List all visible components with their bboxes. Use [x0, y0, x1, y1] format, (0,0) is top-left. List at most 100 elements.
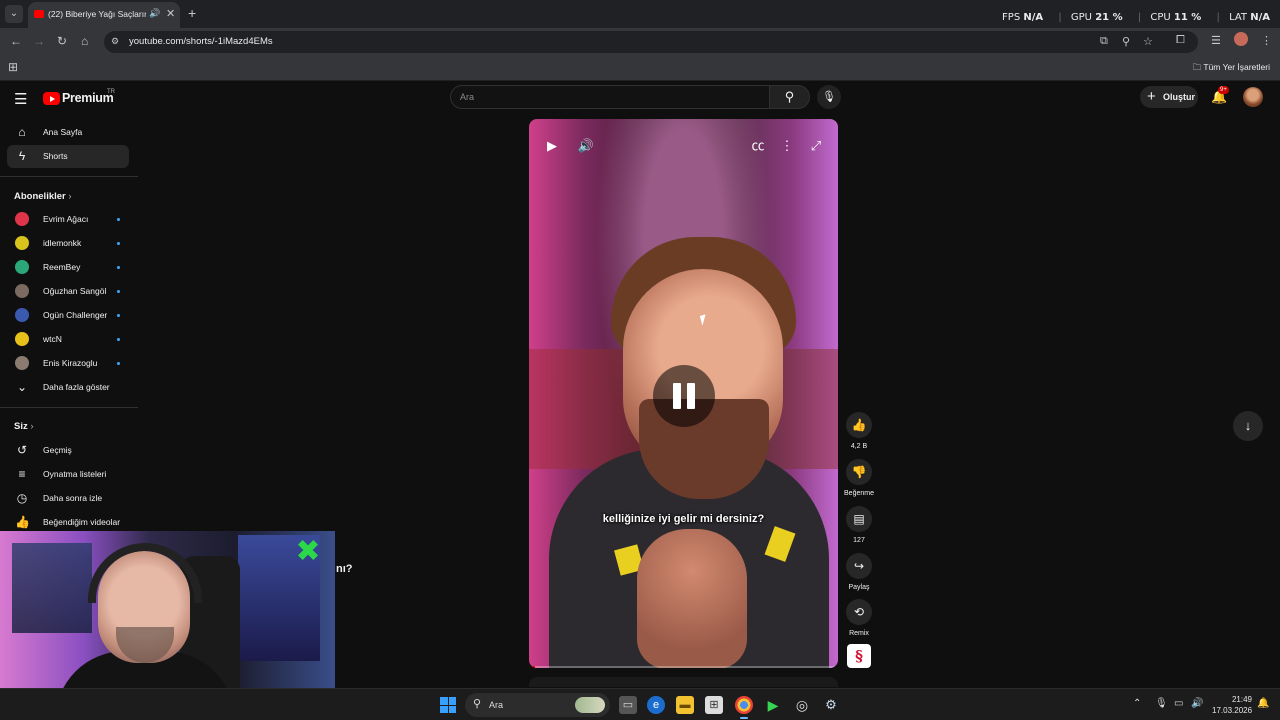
task-view-icon[interactable]: ▭ — [619, 696, 637, 714]
address-bar[interactable]: ⚙ youtube.com/shorts/-1iMazd4EMs ⧉ ⚲ ☆ — [104, 31, 1198, 53]
share-label: Paylaş — [848, 584, 870, 591]
comment-icon[interactable]: ▤ — [846, 506, 872, 532]
channel-avatar — [15, 332, 29, 346]
sidebar-sub-5[interactable]: wtcN — [7, 328, 129, 351]
sidebar-item-history[interactable]: ↺ Geçmiş — [7, 439, 129, 462]
sidebar-sub-3[interactable]: Oğuzhan Sangöl — [7, 280, 129, 303]
sidebar-sub-1[interactable]: idlemonkk — [7, 232, 129, 255]
play-icon[interactable]: ▶ — [539, 133, 565, 159]
search-highlight-image — [575, 697, 605, 713]
gpu-label: GPU — [1070, 12, 1092, 23]
site-info-icon[interactable]: ⚙ — [111, 36, 119, 47]
menu-icon[interactable]: ☰ — [14, 90, 27, 108]
browser-menu-icon[interactable]: ⋮ — [1261, 34, 1272, 47]
reading-list-icon[interactable]: ☰ — [1211, 34, 1221, 47]
fullscreen-icon[interactable]: ⤢ — [803, 133, 829, 159]
shorts-player[interactable]: ▶ 🔊 ㏄ ⋮ ⤢ kelliğinize iyi gelir mi dersi… — [529, 119, 838, 668]
sidebar-item-label: Geçmiş — [43, 445, 72, 455]
comments-action[interactable]: ▤ 127 — [845, 506, 873, 544]
windows-start-icon[interactable] — [440, 697, 456, 713]
subscriptions-heading[interactable]: Abonelikler › — [14, 191, 72, 202]
you-heading[interactable]: Siz › — [14, 421, 34, 432]
search-icon: ⚲ — [784, 89, 795, 104]
remix-action[interactable]: ⟲ Remix — [845, 599, 873, 637]
dislike-action[interactable]: 👎 Beğenme — [844, 459, 874, 497]
tab-close-icon[interactable]: ✕ — [166, 7, 175, 20]
thumbs-down-icon[interactable]: 👎 — [846, 459, 872, 485]
sidebar-divider — [0, 407, 138, 408]
file-explorer-icon[interactable]: ▬ — [676, 696, 694, 714]
forward-icon[interactable]: → — [33, 34, 45, 48]
tray-volume-icon[interactable]: 🔊 — [1191, 698, 1203, 709]
volume-icon[interactable]: 🔊 — [573, 133, 599, 159]
tray-microphone-icon[interactable]: 🎙 — [1155, 698, 1168, 709]
new-content-dot — [117, 338, 120, 341]
show-more-button[interactable]: ⌄ Daha fazla göster — [7, 376, 129, 399]
sidebar-item-home[interactable]: ⌂ Ana Sayfa — [7, 121, 129, 144]
channel-name: idlemonkk — [43, 238, 82, 248]
account-avatar[interactable] — [1243, 87, 1263, 107]
media-app-icon[interactable]: ▶ — [764, 696, 782, 714]
sidebar-sub-4[interactable]: Ogün Challenger — [7, 304, 129, 327]
captions-icon[interactable]: ㏄ — [745, 133, 771, 159]
pause-icon[interactable] — [653, 365, 715, 427]
obs-icon[interactable]: ◎ — [793, 696, 811, 714]
sidebar-item-shorts[interactable]: ϟ Shorts — [7, 145, 129, 168]
profile-avatar[interactable] — [1234, 32, 1248, 46]
steam-icon[interactable]: ⚙ — [822, 696, 840, 714]
new-content-dot — [117, 242, 120, 245]
search-input[interactable]: Ara — [450, 85, 770, 109]
extensions-icon[interactable]: ⧠ — [1176, 34, 1185, 47]
show-more-label: Daha fazla göster — [43, 382, 110, 392]
share-icon[interactable]: ↪ — [846, 553, 872, 579]
sidebar-item-watch-later[interactable]: ◷ Daha sonra izle — [7, 487, 129, 510]
sidebar-sub-2[interactable]: ReemBey — [7, 256, 129, 279]
video-progress-fill — [529, 666, 536, 668]
like-action[interactable]: 👍 4,2 B — [845, 412, 873, 450]
tab-search-button[interactable]: ⌄ — [5, 5, 23, 23]
channel-avatar — [15, 308, 29, 322]
remix-icon[interactable]: ⟲ — [846, 599, 872, 625]
more-options-icon[interactable]: ⋮ — [774, 133, 800, 159]
install-app-icon[interactable]: ⧉ — [1100, 35, 1108, 48]
edge-icon[interactable]: e — [647, 696, 665, 714]
new-tab-button[interactable]: + — [188, 5, 196, 21]
taskbar-clock[interactable]: 21:49 17.03.2026 — [1212, 694, 1252, 716]
channel-name: ReemBey — [43, 262, 81, 272]
zoom-icon[interactable]: ⚲ — [1122, 35, 1130, 48]
notifications-icon[interactable]: 🔔 — [1257, 698, 1269, 709]
tab-audio-icon[interactable]: 🔊 — [149, 8, 160, 19]
tray-overflow-icon[interactable]: ⌃ — [1133, 698, 1141, 709]
sidebar-item-playlists[interactable]: ≡ Oynatma listeleri — [7, 463, 129, 486]
voice-search-button[interactable]: 🎙 — [817, 85, 841, 109]
search-button[interactable]: ⚲ — [770, 85, 810, 109]
create-button[interactable]: + Oluştur — [1140, 86, 1198, 108]
sound-thumbnail-icon[interactable]: § — [847, 644, 871, 668]
sidebar-sub-6[interactable]: Enis Kirazoglu — [7, 352, 129, 375]
next-short-preview[interactable] — [529, 677, 838, 687]
back-icon[interactable]: ← — [10, 34, 22, 48]
taskbar-search[interactable]: ⚲ Ara — [465, 693, 610, 717]
browser-tab[interactable]: (22) Biberiye Yağı Saçlarınız 🔊 ✕ — [28, 2, 180, 28]
clock-icon: ◷ — [16, 491, 28, 505]
bookmark-star-icon[interactable]: ☆ — [1143, 35, 1153, 48]
subscriptions-title: Abonelikler — [14, 191, 66, 202]
notification-badge: 9+ — [1218, 86, 1229, 94]
tray-network-icon[interactable]: ▭ — [1174, 698, 1183, 709]
channel-avatar — [15, 356, 29, 370]
plus-icon: + — [1147, 88, 1156, 105]
next-short-button[interactable]: ↓ — [1233, 411, 1263, 441]
reload-icon[interactable]: ↻ — [57, 34, 67, 48]
apps-grid-icon[interactable]: ⊞ — [8, 60, 18, 74]
video-progress-bar[interactable] — [529, 666, 838, 668]
thumbs-up-icon: 👍 — [15, 515, 30, 529]
thumbs-up-icon[interactable]: 👍 — [846, 412, 872, 438]
share-action[interactable]: ↪ Paylaş — [845, 553, 873, 591]
chrome-icon[interactable] — [735, 696, 753, 719]
home-icon[interactable]: ⌂ — [81, 34, 88, 48]
lat-label: LAT — [1229, 12, 1248, 23]
all-bookmarks-button[interactable]: 🗀 Tüm Yer İşaretleri — [1193, 62, 1270, 76]
channel-name: Oğuzhan Sangöl — [43, 286, 107, 296]
store-icon[interactable]: ⊞ — [705, 696, 723, 714]
sidebar-sub-0[interactable]: Evrim Ağacı — [7, 208, 129, 231]
